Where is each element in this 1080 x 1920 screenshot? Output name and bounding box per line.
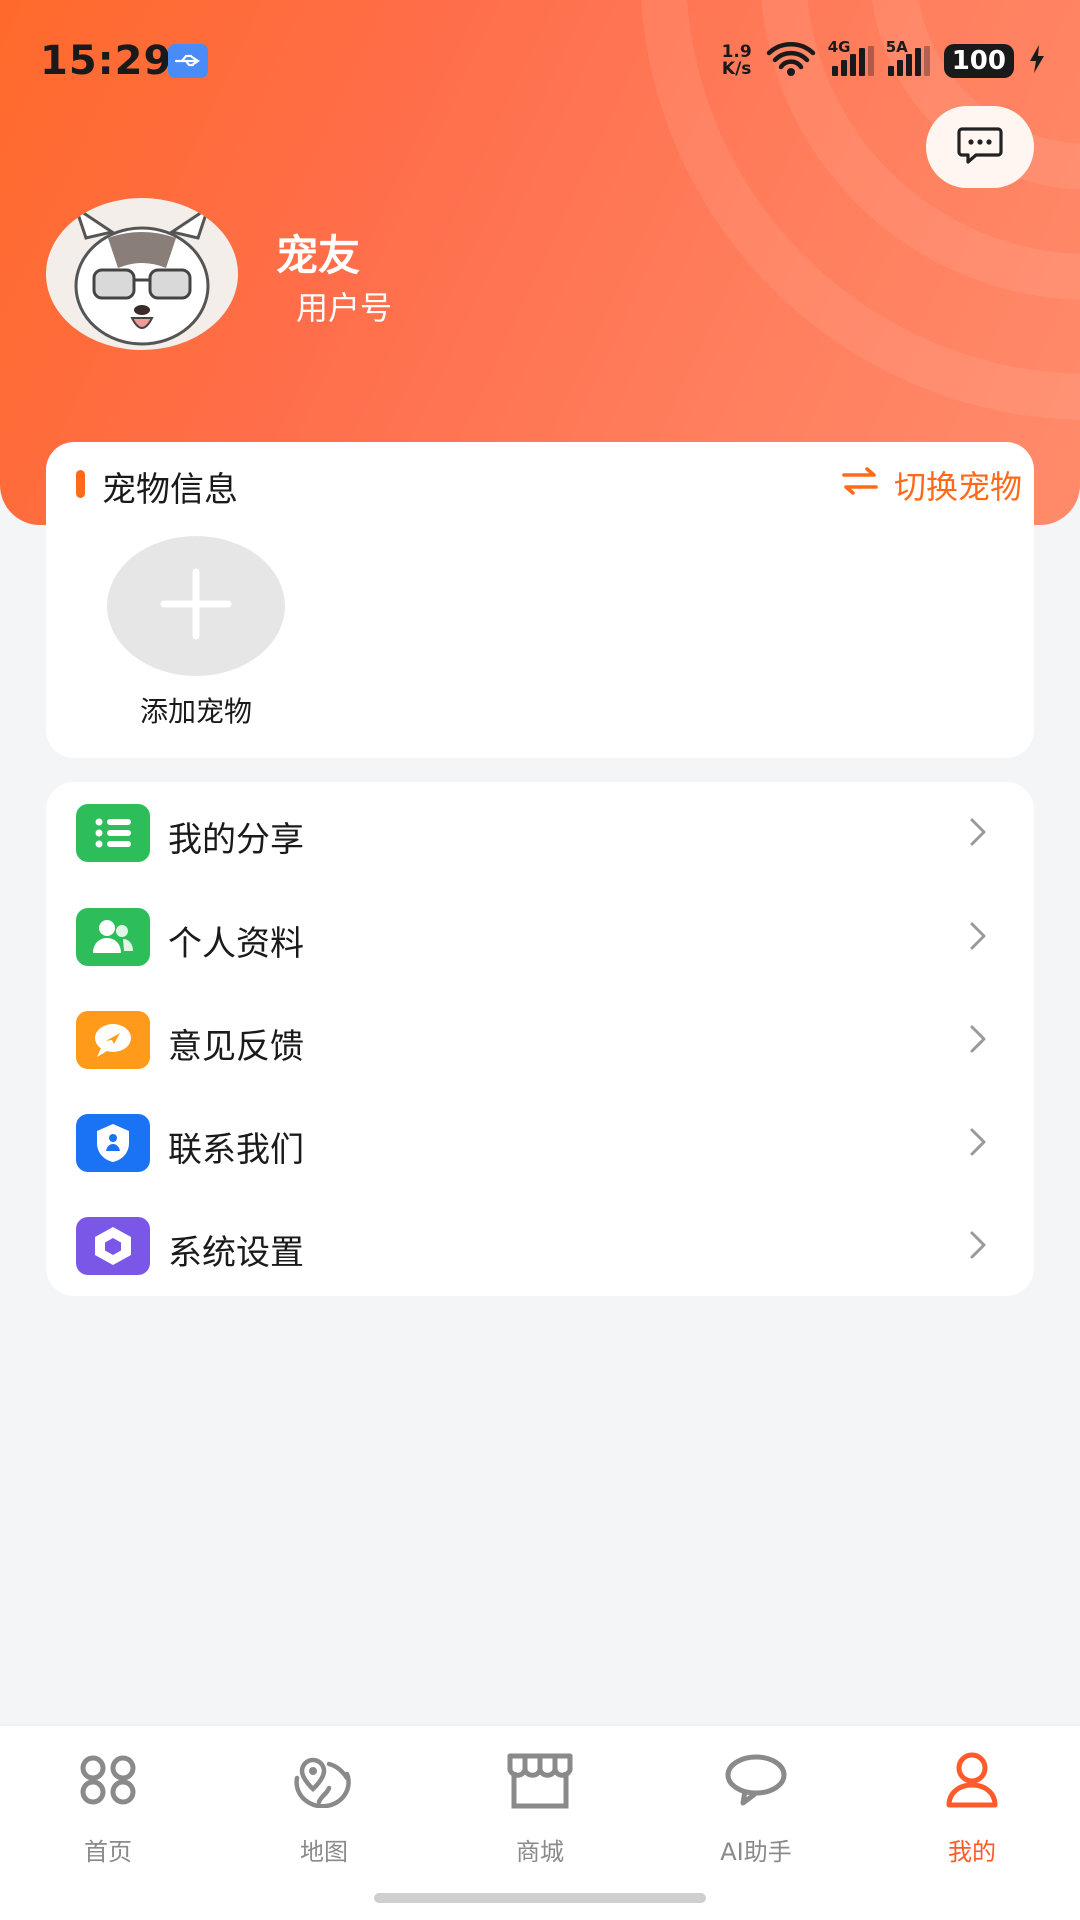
- pet-title-accent: [76, 470, 85, 498]
- tab-home[interactable]: 首页: [0, 1726, 216, 1866]
- signal-1-icon: 4G: [828, 38, 874, 76]
- chevron-right-icon: [968, 1229, 988, 1265]
- bottom-tab-bar: 首页 地图 商城 AI助手 我的: [0, 1726, 1080, 1920]
- add-pet-label: 添加宠物: [139, 695, 252, 728]
- pet-info-title: 宠物信息: [102, 470, 238, 510]
- profile-icon: [936, 1748, 1008, 1812]
- switch-pet-button[interactable]: 切换宠物: [840, 462, 1022, 508]
- signal-2-icon: 5A: [886, 38, 930, 76]
- tab-ai-assistant[interactable]: AI助手: [648, 1726, 864, 1866]
- user-id-label: 用户号: [296, 289, 393, 327]
- home-grid-icon: [72, 1748, 144, 1812]
- dog-avatar-icon: [73, 204, 211, 346]
- tab-map[interactable]: 地图: [216, 1726, 432, 1866]
- menu-label: 我的分享: [168, 820, 304, 860]
- menu-label: 意见反馈: [168, 1027, 304, 1067]
- tab-label: 商城: [516, 1838, 564, 1866]
- users-icon: [76, 908, 150, 966]
- settings-hexagon-icon: [76, 1217, 150, 1275]
- net-speed: 1.9 K/s: [721, 42, 752, 79]
- store-icon: [504, 1748, 576, 1812]
- tab-label: 地图: [300, 1838, 348, 1866]
- tab-label: AI助手: [720, 1838, 792, 1866]
- username: 宠友: [276, 231, 361, 280]
- message-button[interactable]: [926, 106, 1034, 188]
- map-icon: [288, 1748, 360, 1812]
- chat-bubble-icon: [720, 1748, 792, 1812]
- feedback-icon: [76, 1011, 150, 1069]
- tab-mine[interactable]: 我的: [864, 1726, 1080, 1866]
- tab-store[interactable]: 商城: [432, 1726, 648, 1866]
- message-icon: [956, 125, 1004, 169]
- menu-label: 个人资料: [168, 924, 304, 964]
- chevron-right-icon: [968, 920, 988, 956]
- menu-item-settings[interactable]: 系统设置: [46, 1195, 1034, 1297]
- plus-icon: [156, 564, 236, 648]
- add-pet-button[interactable]: [107, 536, 285, 676]
- tab-label: 首页: [84, 1838, 132, 1866]
- menu-item-my-share[interactable]: 我的分享: [46, 782, 1034, 884]
- charging-icon: [1028, 44, 1046, 78]
- chevron-right-icon: [968, 1126, 988, 1162]
- wifi-icon: [766, 41, 816, 81]
- swap-icon: [840, 466, 880, 504]
- switch-pet-label: 切换宠物: [893, 468, 1022, 506]
- menu-label: 联系我们: [168, 1130, 304, 1170]
- battery-indicator: 100: [943, 44, 1014, 78]
- usb-icon: [168, 44, 208, 78]
- tab-label: 我的: [948, 1838, 996, 1866]
- chevron-right-icon: [968, 1023, 988, 1059]
- menu-item-profile[interactable]: 个人资料: [46, 886, 1034, 988]
- menu-item-contact-us[interactable]: 联系我们: [46, 1092, 1034, 1194]
- avatar[interactable]: [46, 198, 238, 350]
- status-time: 15:29: [40, 38, 173, 84]
- list-icon: [76, 804, 150, 862]
- menu-label: 系统设置: [168, 1233, 304, 1273]
- contact-shield-icon: [76, 1114, 150, 1172]
- menu-item-feedback[interactable]: 意见反馈: [46, 989, 1034, 1091]
- home-indicator: [374, 1893, 706, 1903]
- status-bar: 15:29 1.9 K/s 4G 5A 100: [0, 0, 1080, 120]
- chevron-right-icon: [968, 816, 988, 852]
